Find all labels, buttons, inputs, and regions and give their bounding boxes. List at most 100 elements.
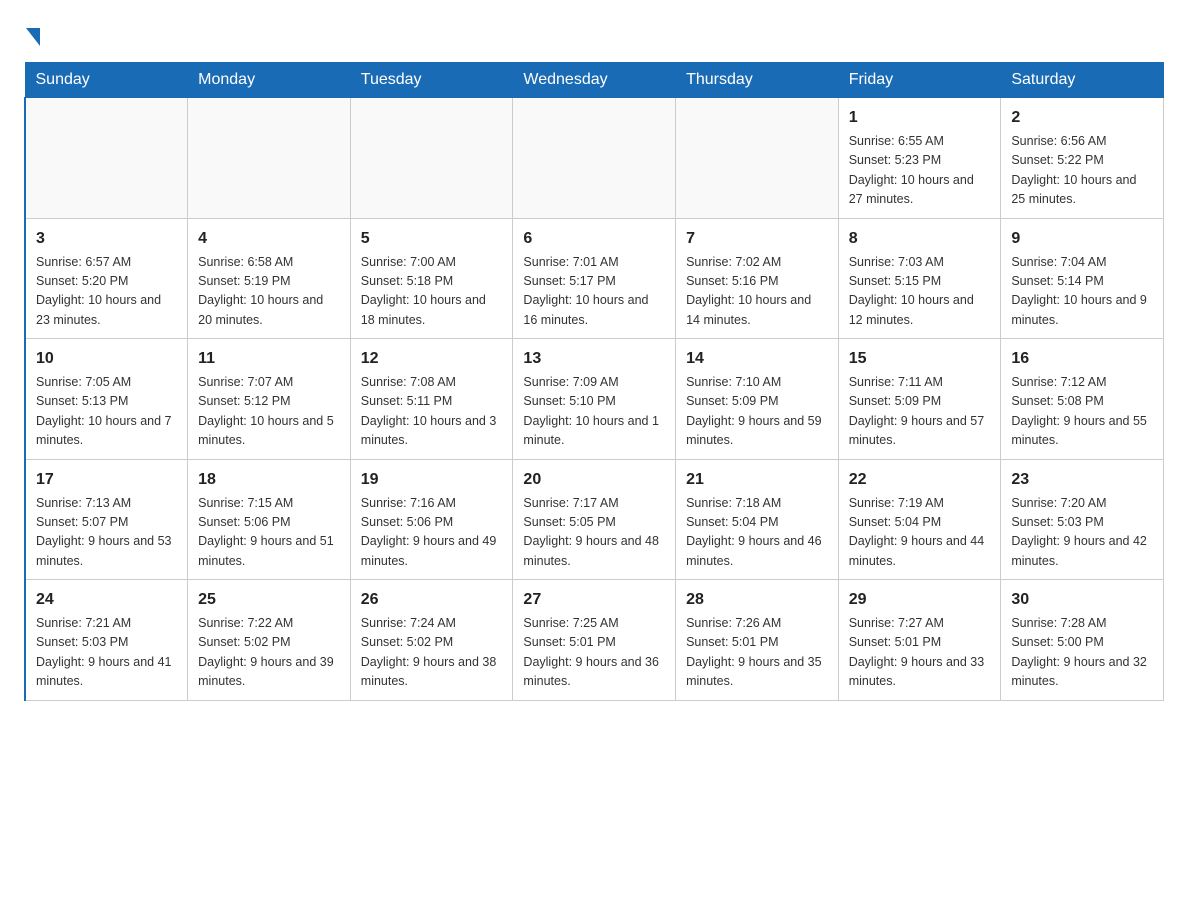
calendar-cell: 18Sunrise: 7:15 AMSunset: 5:06 PMDayligh… [188,459,351,580]
day-number: 15 [849,347,991,371]
sun-info: Sunrise: 7:05 AMSunset: 5:13 PMDaylight:… [36,373,177,451]
calendar-week-row: 24Sunrise: 7:21 AMSunset: 5:03 PMDayligh… [25,580,1164,701]
calendar-cell: 3Sunrise: 6:57 AMSunset: 5:20 PMDaylight… [25,218,188,339]
day-number: 26 [361,588,503,612]
calendar-cell [350,98,513,219]
calendar-cell: 29Sunrise: 7:27 AMSunset: 5:01 PMDayligh… [838,580,1001,701]
day-number: 27 [523,588,665,612]
sun-info: Sunrise: 7:09 AMSunset: 5:10 PMDaylight:… [523,373,665,451]
sun-info: Sunrise: 7:13 AMSunset: 5:07 PMDaylight:… [36,494,177,572]
day-number: 8 [849,227,991,251]
calendar-cell [513,98,676,219]
sun-info: Sunrise: 6:56 AMSunset: 5:22 PMDaylight:… [1011,132,1153,210]
sun-info: Sunrise: 7:04 AMSunset: 5:14 PMDaylight:… [1011,253,1153,331]
day-number: 25 [198,588,340,612]
calendar-week-row: 1Sunrise: 6:55 AMSunset: 5:23 PMDaylight… [25,98,1164,219]
day-of-week-header: Monday [188,63,351,98]
day-of-week-header: Wednesday [513,63,676,98]
calendar-cell: 6Sunrise: 7:01 AMSunset: 5:17 PMDaylight… [513,218,676,339]
sun-info: Sunrise: 7:03 AMSunset: 5:15 PMDaylight:… [849,253,991,331]
calendar-week-row: 10Sunrise: 7:05 AMSunset: 5:13 PMDayligh… [25,339,1164,460]
calendar-cell: 16Sunrise: 7:12 AMSunset: 5:08 PMDayligh… [1001,339,1164,460]
day-number: 23 [1011,468,1153,492]
day-number: 6 [523,227,665,251]
calendar-cell: 9Sunrise: 7:04 AMSunset: 5:14 PMDaylight… [1001,218,1164,339]
day-number: 11 [198,347,340,371]
day-number: 30 [1011,588,1153,612]
calendar-cell: 27Sunrise: 7:25 AMSunset: 5:01 PMDayligh… [513,580,676,701]
calendar-header-row: SundayMondayTuesdayWednesdayThursdayFrid… [25,63,1164,98]
calendar-cell: 13Sunrise: 7:09 AMSunset: 5:10 PMDayligh… [513,339,676,460]
day-number: 28 [686,588,828,612]
calendar-cell: 20Sunrise: 7:17 AMSunset: 5:05 PMDayligh… [513,459,676,580]
day-of-week-header: Sunday [25,63,188,98]
sun-info: Sunrise: 7:17 AMSunset: 5:05 PMDaylight:… [523,494,665,572]
day-number: 16 [1011,347,1153,371]
day-number: 17 [36,468,177,492]
calendar-cell: 10Sunrise: 7:05 AMSunset: 5:13 PMDayligh… [25,339,188,460]
day-number: 7 [686,227,828,251]
calendar-cell: 24Sunrise: 7:21 AMSunset: 5:03 PMDayligh… [25,580,188,701]
sun-info: Sunrise: 7:19 AMSunset: 5:04 PMDaylight:… [849,494,991,572]
calendar-cell [188,98,351,219]
sun-info: Sunrise: 7:00 AMSunset: 5:18 PMDaylight:… [361,253,503,331]
sun-info: Sunrise: 7:20 AMSunset: 5:03 PMDaylight:… [1011,494,1153,572]
day-number: 13 [523,347,665,371]
calendar-cell: 5Sunrise: 7:00 AMSunset: 5:18 PMDaylight… [350,218,513,339]
calendar-cell: 4Sunrise: 6:58 AMSunset: 5:19 PMDaylight… [188,218,351,339]
calendar-week-row: 3Sunrise: 6:57 AMSunset: 5:20 PMDaylight… [25,218,1164,339]
logo-arrow-icon [26,28,40,46]
sun-info: Sunrise: 7:21 AMSunset: 5:03 PMDaylight:… [36,614,177,692]
calendar-cell: 25Sunrise: 7:22 AMSunset: 5:02 PMDayligh… [188,580,351,701]
calendar-cell: 1Sunrise: 6:55 AMSunset: 5:23 PMDaylight… [838,98,1001,219]
calendar-cell: 22Sunrise: 7:19 AMSunset: 5:04 PMDayligh… [838,459,1001,580]
day-number: 1 [849,106,991,130]
calendar-cell: 7Sunrise: 7:02 AMSunset: 5:16 PMDaylight… [676,218,839,339]
logo [24,24,40,42]
day-number: 29 [849,588,991,612]
calendar-cell: 14Sunrise: 7:10 AMSunset: 5:09 PMDayligh… [676,339,839,460]
calendar-cell: 19Sunrise: 7:16 AMSunset: 5:06 PMDayligh… [350,459,513,580]
sun-info: Sunrise: 7:10 AMSunset: 5:09 PMDaylight:… [686,373,828,451]
sun-info: Sunrise: 7:26 AMSunset: 5:01 PMDaylight:… [686,614,828,692]
calendar-table: SundayMondayTuesdayWednesdayThursdayFrid… [24,62,1164,701]
sun-info: Sunrise: 7:01 AMSunset: 5:17 PMDaylight:… [523,253,665,331]
sun-info: Sunrise: 7:15 AMSunset: 5:06 PMDaylight:… [198,494,340,572]
sun-info: Sunrise: 7:28 AMSunset: 5:00 PMDaylight:… [1011,614,1153,692]
day-of-week-header: Saturday [1001,63,1164,98]
day-number: 24 [36,588,177,612]
day-number: 5 [361,227,503,251]
calendar-cell: 23Sunrise: 7:20 AMSunset: 5:03 PMDayligh… [1001,459,1164,580]
calendar-cell: 8Sunrise: 7:03 AMSunset: 5:15 PMDaylight… [838,218,1001,339]
day-number: 22 [849,468,991,492]
sun-info: Sunrise: 6:55 AMSunset: 5:23 PMDaylight:… [849,132,991,210]
day-number: 20 [523,468,665,492]
calendar-cell: 28Sunrise: 7:26 AMSunset: 5:01 PMDayligh… [676,580,839,701]
calendar-cell: 21Sunrise: 7:18 AMSunset: 5:04 PMDayligh… [676,459,839,580]
sun-info: Sunrise: 6:58 AMSunset: 5:19 PMDaylight:… [198,253,340,331]
day-of-week-header: Tuesday [350,63,513,98]
calendar-cell [25,98,188,219]
sun-info: Sunrise: 7:27 AMSunset: 5:01 PMDaylight:… [849,614,991,692]
day-number: 9 [1011,227,1153,251]
day-number: 19 [361,468,503,492]
sun-info: Sunrise: 7:11 AMSunset: 5:09 PMDaylight:… [849,373,991,451]
day-of-week-header: Thursday [676,63,839,98]
day-number: 3 [36,227,177,251]
calendar-cell: 26Sunrise: 7:24 AMSunset: 5:02 PMDayligh… [350,580,513,701]
day-number: 12 [361,347,503,371]
calendar-cell: 30Sunrise: 7:28 AMSunset: 5:00 PMDayligh… [1001,580,1164,701]
day-number: 4 [198,227,340,251]
calendar-cell: 2Sunrise: 6:56 AMSunset: 5:22 PMDaylight… [1001,98,1164,219]
day-number: 2 [1011,106,1153,130]
sun-info: Sunrise: 7:07 AMSunset: 5:12 PMDaylight:… [198,373,340,451]
sun-info: Sunrise: 7:08 AMSunset: 5:11 PMDaylight:… [361,373,503,451]
sun-info: Sunrise: 7:18 AMSunset: 5:04 PMDaylight:… [686,494,828,572]
sun-info: Sunrise: 7:16 AMSunset: 5:06 PMDaylight:… [361,494,503,572]
calendar-week-row: 17Sunrise: 7:13 AMSunset: 5:07 PMDayligh… [25,459,1164,580]
sun-info: Sunrise: 7:22 AMSunset: 5:02 PMDaylight:… [198,614,340,692]
sun-info: Sunrise: 7:12 AMSunset: 5:08 PMDaylight:… [1011,373,1153,451]
calendar-cell [676,98,839,219]
page-header [24,24,1164,42]
day-number: 21 [686,468,828,492]
